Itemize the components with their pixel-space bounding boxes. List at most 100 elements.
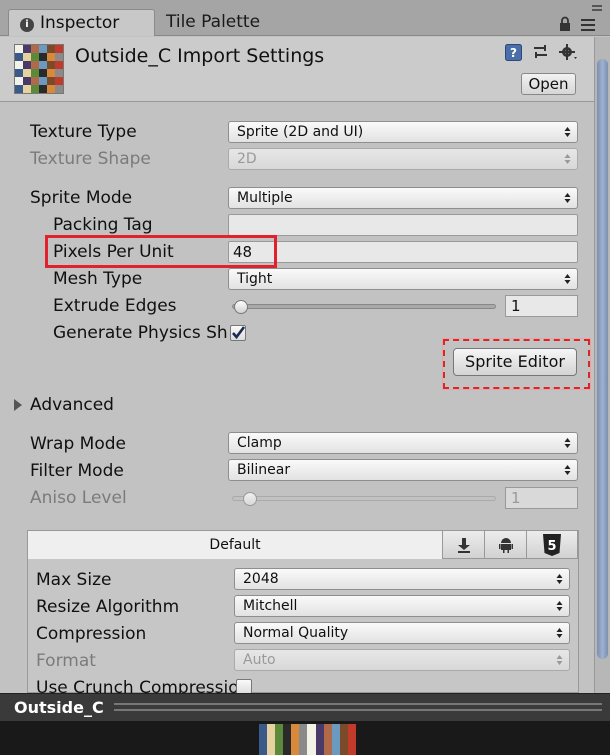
tile-swatch [315,724,324,732]
tile-swatch [47,53,55,61]
mesh-type-value: Tight [237,271,273,287]
tab-inspector[interactable]: i Inspector [8,9,155,36]
compression-dropdown[interactable]: Normal Quality [234,622,570,644]
tab-default-platform[interactable]: Default [28,531,443,559]
open-button[interactable]: Open [521,73,576,95]
dropdown-arrow-icon [556,628,563,638]
page-title: Outside_C Import Settings [75,45,325,67]
advanced-foldout[interactable]: Advanced [30,394,114,416]
extrude-edges-input[interactable]: 1 [505,295,578,317]
tile-swatch [31,69,39,77]
tab-tile-palette[interactable]: Tile Palette [155,9,325,36]
tile-swatch [339,724,348,732]
tile-swatch [39,53,47,61]
sprite-editor-button[interactable]: Sprite Editor [453,348,577,376]
dropdown-arrow-icon [556,574,563,584]
pixels-per-unit-highlight [45,235,277,268]
tile-swatch [291,739,300,748]
tile-swatch [39,77,47,85]
tile-swatch [23,85,31,93]
tile-swatch [259,731,268,740]
window-options-icon[interactable] [590,2,604,14]
tile-swatch [15,69,23,77]
dropdown-arrow-icon [556,655,563,665]
tile-swatch [339,739,348,748]
tile-swatch [15,45,23,53]
tile-swatch [31,53,39,61]
html5-icon: 5 [543,533,561,556]
dropdown-arrow-icon [564,127,571,137]
tile-swatch [347,747,356,755]
wrap-mode-dropdown[interactable]: Clamp [228,432,578,454]
tile-swatch [307,724,316,732]
download-icon [457,537,470,553]
platform-tabs: Default 5 [28,531,578,559]
tile-swatch [347,724,356,732]
tile-swatch [259,724,268,732]
foldout-arrow-icon[interactable] [13,399,23,411]
tab-android-platform[interactable] [485,531,527,559]
tile-swatch [15,85,23,93]
help-icon[interactable]: ? [505,44,522,61]
packing-tag-input[interactable] [228,214,578,236]
tile-swatch [31,45,39,53]
preview-area [0,721,610,755]
aniso-level-slider-thumb [243,492,257,506]
extrude-edges-slider-track[interactable] [232,304,496,309]
tile-swatch [47,61,55,69]
mesh-type-label: Mesh Type [53,269,143,289]
texture-type-dropdown[interactable]: Sprite (2D and UI) [228,121,578,143]
extrude-edges-label: Extrude Edges [53,296,177,316]
preview-resize-grip[interactable] [114,703,602,711]
filter-mode-value: Bilinear [237,462,291,478]
tile-swatch [275,747,284,755]
tile-swatch [315,747,324,755]
tile-swatch [267,724,276,732]
tile-swatch [23,53,31,61]
max-size-label: Max Size [36,570,112,590]
tile-swatch [291,731,300,740]
tile-swatch [283,739,292,748]
vertical-scrollbar[interactable] [594,37,610,693]
tile-swatch [283,747,292,755]
tile-swatch [299,747,308,755]
sprite-mode-dropdown[interactable]: Multiple [228,187,578,209]
tile-swatch [23,77,31,85]
tab-standalone-platform[interactable] [443,531,485,559]
mesh-type-dropdown[interactable]: Tight [228,268,578,290]
dropdown-arrow-icon [564,438,571,448]
android-icon [498,537,513,553]
tile-swatch [15,77,23,85]
tile-swatch [315,739,324,748]
import-settings-panel: Texture Type Sprite (2D and UI) Texture … [0,102,594,698]
pixels-per-unit-input[interactable]: 48 [228,241,578,263]
sprite-mode-value: Multiple [237,190,293,206]
texture-shape-label: Texture Shape [30,149,151,169]
tab-menu-icon[interactable] [580,18,596,32]
tile-swatch [323,747,332,755]
generate-physics-label: Generate Physics Sh [53,323,228,343]
compression-value: Normal Quality [243,625,349,641]
gear-icon[interactable] [559,43,578,62]
checkmark-icon [232,326,246,340]
tile-swatch [331,724,340,732]
filter-mode-dropdown[interactable]: Bilinear [228,459,578,481]
max-size-dropdown[interactable]: 2048 [234,568,570,590]
lock-icon[interactable] [558,16,572,32]
resize-algorithm-value: Mitchell [243,598,298,614]
tab-webgl-platform[interactable]: 5 [527,531,578,559]
preview-header[interactable]: Outside_C [0,693,610,721]
resize-algorithm-dropdown[interactable]: Mitchell [234,595,570,617]
scrollbar-thumb[interactable] [597,59,608,659]
extrude-edges-slider-thumb[interactable] [234,300,248,314]
tab-inspector-label: Inspector [40,13,120,33]
tile-swatch [55,85,63,93]
tile-swatch [323,724,332,732]
tile-swatch [55,69,63,77]
tile-swatch [39,61,47,69]
generate-physics-checkbox[interactable] [230,325,246,341]
tile-swatch [323,739,332,748]
preset-icon[interactable] [532,44,549,61]
tile-swatch [315,731,324,740]
tile-swatch [55,61,63,69]
